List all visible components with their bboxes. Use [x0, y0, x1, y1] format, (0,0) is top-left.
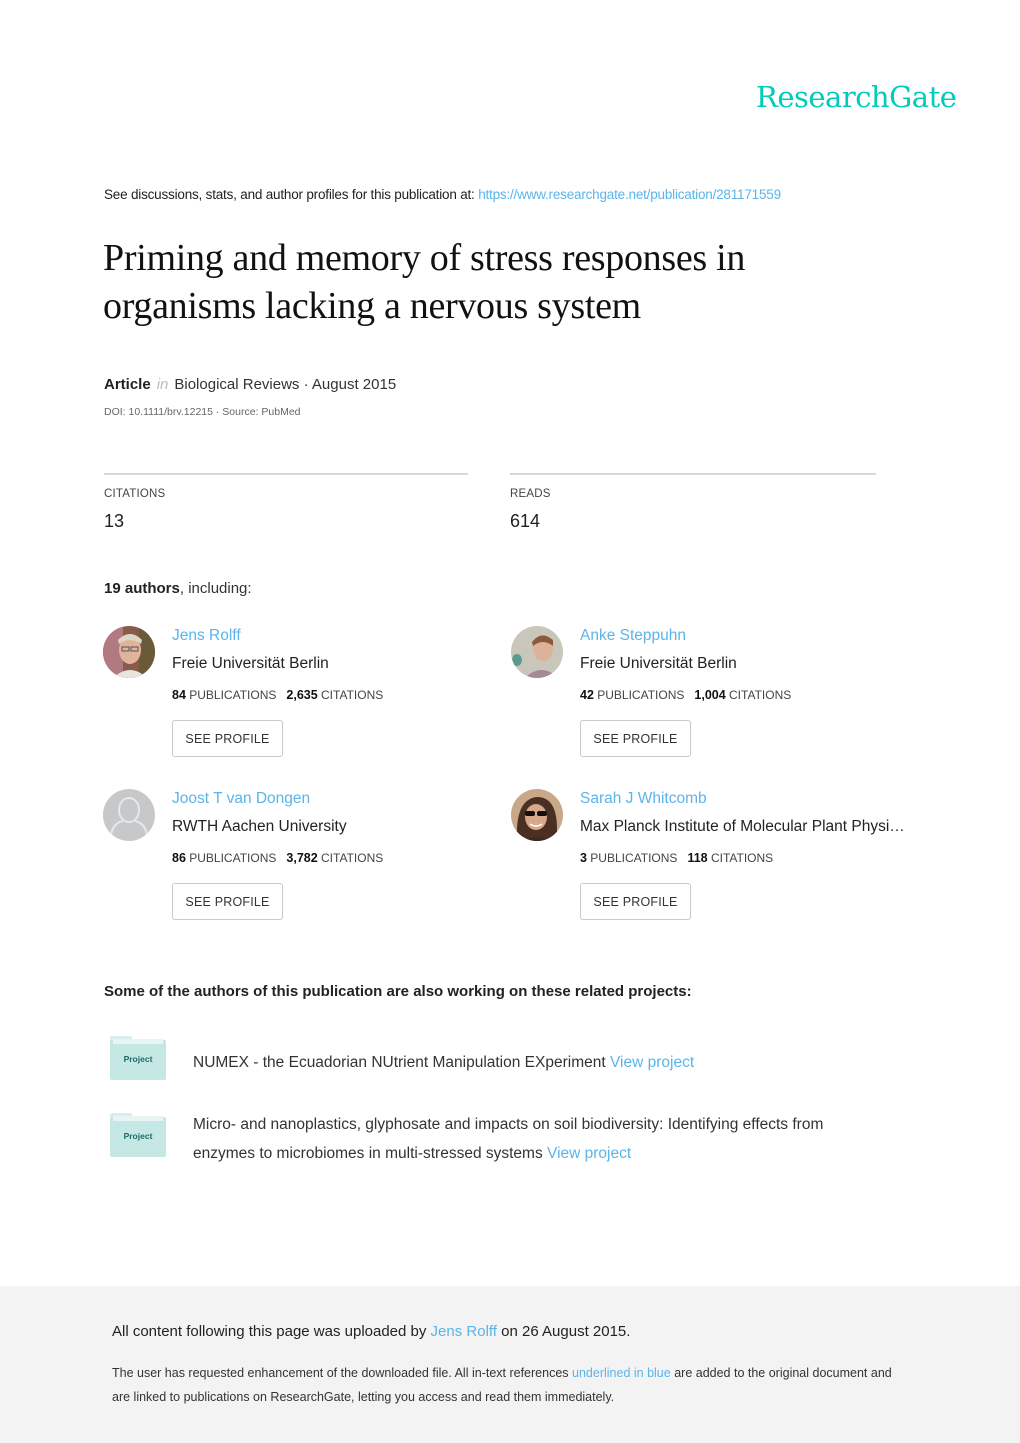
reads-value: 614: [510, 511, 541, 531]
see-discussions-text: See discussions, stats, and author profi…: [104, 187, 475, 202]
view-project-link[interactable]: View project: [547, 1145, 631, 1162]
author-stats: 86 PUBLICATIONS 3,782 CITATIONS: [172, 851, 383, 865]
author-card: Sarah J Whitcomb Max Planck Institute of…: [511, 789, 931, 920]
author-citations-count: 2,635: [286, 688, 318, 702]
author-avatar[interactable]: [103, 789, 155, 841]
publication-meta: Article in Biological Reviews · August 201…: [104, 376, 396, 393]
author-avatar[interactable]: [511, 789, 563, 841]
see-profile-button[interactable]: SEE PROFILE: [172, 883, 283, 920]
author-photo-icon: [511, 626, 563, 678]
citations-label: CITATIONS: [104, 488, 166, 500]
author-avatar[interactable]: [511, 626, 563, 678]
uploaded-by-line: All content following this page was uplo…: [112, 1323, 630, 1340]
author-name-link[interactable]: Jens Rolff: [172, 627, 241, 645]
author-citations-label: CITATIONS: [729, 688, 792, 702]
project-icon-label: Project: [123, 1054, 153, 1064]
doi-source: DOI: 10.1111/brv.12215 · Source: PubMed: [104, 406, 301, 418]
authors-count-bold: 19 authors: [104, 580, 180, 597]
author-publications-label: PUBLICATIONS: [189, 851, 277, 865]
author-institution: RWTH Aachen University: [172, 818, 347, 835]
citations-divider: [104, 473, 468, 475]
project-icon-label: Project: [123, 1131, 153, 1141]
author-citations-label: CITATIONS: [710, 851, 774, 865]
uploaded-suffix: on 26 August 2015.: [501, 1323, 631, 1340]
user-placeholder-icon: [103, 789, 155, 841]
author-card: Anke Steppuhn Freie Universität Berlin 4…: [511, 626, 931, 757]
author-institution: Max Planck Institute of Molecular Plant …: [580, 818, 905, 835]
project-folder-icon: Project: [110, 1113, 166, 1157]
author-stats: 42 PUBLICATIONS 1,004 CITATIONS: [580, 688, 791, 702]
author-photo-icon: [511, 789, 563, 841]
author-photo-icon: [103, 626, 155, 678]
enhancement-notice: The user has requested enhancement of th…: [112, 1361, 912, 1409]
author-avatar[interactable]: [103, 626, 155, 678]
author-publications-label: PUBLICATIONS: [590, 851, 678, 865]
authors-count: 19 authors, including:: [104, 580, 252, 597]
author-citations-label: CITATIONS: [321, 851, 384, 865]
author-stats: 3 PUBLICATIONS 118 CITATIONS: [580, 851, 773, 865]
see-profile-button[interactable]: SEE PROFILE: [580, 720, 691, 757]
author-institution: Freie Universität Berlin: [172, 655, 329, 672]
reads-label: READS: [510, 488, 551, 500]
author-publications-count: 86: [172, 851, 186, 865]
author-name-link[interactable]: Joost T van Dongen: [172, 790, 310, 808]
project-title: Micro- and nanoplastics, glyphosate and …: [193, 1116, 824, 1162]
project-folder-icon: Project: [110, 1036, 166, 1080]
author-publications-label: PUBLICATIONS: [189, 688, 277, 702]
in-word: in: [156, 376, 169, 393]
publication-url-link[interactable]: https://www.researchgate.net/publication…: [478, 187, 781, 202]
author-card: Joost T van Dongen RWTH Aachen Universit…: [103, 789, 523, 920]
researchgate-logo[interactable]: ResearchGate: [756, 80, 957, 114]
see-profile-button[interactable]: SEE PROFILE: [172, 720, 283, 757]
authors-count-rest: , including:: [179, 580, 252, 597]
uploaded-prefix: All content following this page was uplo…: [112, 1323, 427, 1340]
view-project-link[interactable]: View project: [610, 1054, 694, 1071]
author-name-link[interactable]: Anke Steppuhn: [580, 627, 686, 645]
author-citations-label: CITATIONS: [321, 688, 384, 702]
underlined-in-blue-text: underlined in blue: [572, 1366, 671, 1380]
project-title: NUMEX - the Ecuadorian NUtrient Manipula…: [193, 1054, 606, 1071]
journal-date: Biological Reviews · August 2015: [174, 376, 397, 393]
reads-divider: [510, 473, 876, 475]
author-publications-count: 3: [580, 851, 587, 865]
author-citations-count: 1,004: [694, 688, 726, 702]
project-item: NUMEX - the Ecuadorian NUtrient Manipula…: [193, 1048, 883, 1077]
publication-title: Priming and memory of stress responses i…: [103, 237, 746, 327]
publication-type: Article: [104, 376, 151, 393]
author-publications-label: PUBLICATIONS: [597, 688, 685, 702]
see-profile-button[interactable]: SEE PROFILE: [580, 883, 691, 920]
uploader-link[interactable]: Jens Rolff: [431, 1323, 497, 1340]
author-stats: 84 PUBLICATIONS 2,635 CITATIONS: [172, 688, 383, 702]
see-discussions-line: See discussions, stats, and author profi…: [104, 187, 781, 202]
author-name-link[interactable]: Sarah J Whitcomb: [580, 790, 707, 808]
author-card: Jens Rolff Freie Universität Berlin 84 P…: [103, 626, 523, 757]
citations-value: 13: [104, 511, 125, 531]
author-citations-count: 118: [687, 851, 708, 865]
project-item: Micro- and nanoplastics, glyphosate and …: [193, 1110, 883, 1168]
enhance-prefix: The user has requested enhancement of th…: [112, 1366, 569, 1380]
author-institution: Freie Universität Berlin: [580, 655, 737, 672]
author-publications-count: 42: [580, 688, 594, 702]
author-publications-count: 84: [172, 688, 186, 702]
related-projects-heading: Some of the authors of this publication …: [104, 983, 692, 1000]
author-citations-count: 3,782: [286, 851, 318, 865]
